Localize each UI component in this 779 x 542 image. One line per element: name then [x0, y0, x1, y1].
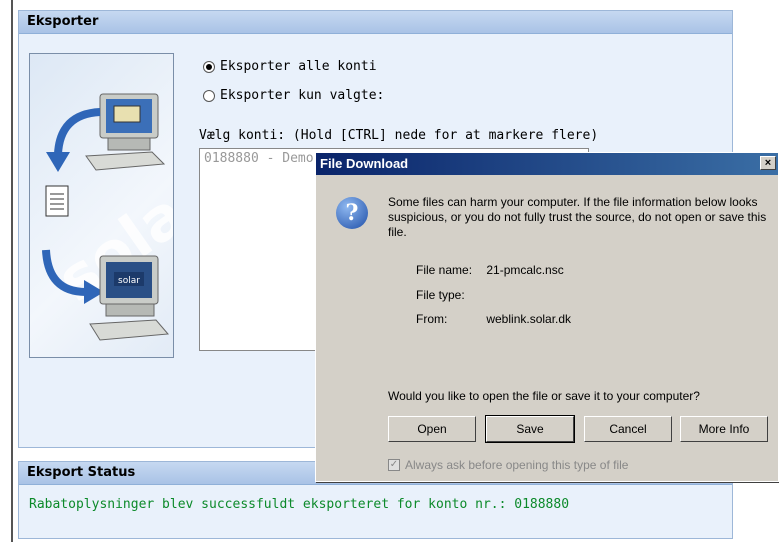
- file-name-value: 21-pmcalc.nsc: [486, 263, 564, 277]
- always-ask-label: Always ask before opening this type of f…: [405, 458, 629, 472]
- status-message: Rabatoplysninger blev successfuldt ekspo…: [29, 497, 570, 512]
- radio-export-all[interactable]: Eksporter alle konti: [203, 59, 377, 74]
- svg-text:solar: solar: [118, 276, 140, 286]
- save-button[interactable]: Save: [485, 415, 575, 443]
- open-button[interactable]: Open: [388, 416, 476, 442]
- left-border-line: [11, 0, 13, 542]
- warning-text: Some files can harm your computer. If th…: [388, 195, 767, 239]
- close-icon[interactable]: ×: [760, 156, 776, 170]
- always-ask-checkbox[interactable]: ✓: [388, 459, 400, 471]
- radio-export-all-label: Eksporter alle konti: [220, 59, 377, 74]
- from-row: From: weblink.solar.dk: [416, 312, 571, 326]
- from-label: From:: [416, 312, 448, 326]
- file-name-row: File name: 21-pmcalc.nsc: [416, 263, 564, 277]
- radio-export-selected-label: Eksporter kun valgte:: [220, 88, 385, 103]
- open-or-save-question: Would you like to open the file or save …: [388, 389, 700, 403]
- select-accounts-label: Vælg konti: (Hold [CTRL] nede for at mar…: [199, 128, 599, 143]
- file-type-label: File type:: [416, 288, 465, 302]
- file-type-row: File type:: [416, 288, 483, 302]
- radio-export-selected[interactable]: Eksporter kun valgte:: [203, 88, 384, 103]
- computer-icon: solar: [89, 255, 170, 341]
- radio-button-unchecked[interactable]: [203, 89, 215, 102]
- question-icon: ?: [336, 197, 368, 229]
- dialog-title: File Download: [320, 156, 409, 171]
- file-download-dialog: File Download × ? Some files can harm yo…: [315, 152, 779, 482]
- radio-button-checked[interactable]: [203, 60, 215, 73]
- dialog-titlebar[interactable]: File Download ×: [316, 153, 778, 175]
- file-name-label: File name:: [416, 263, 473, 277]
- from-value: weblink.solar.dk: [486, 312, 572, 326]
- more-info-button[interactable]: More Info: [680, 416, 768, 442]
- document-icon: [45, 185, 69, 217]
- cancel-button[interactable]: Cancel: [584, 416, 672, 442]
- always-ask-checkbox-row[interactable]: ✓ Always ask before opening this type of…: [388, 458, 628, 472]
- computer-icon: [85, 93, 166, 171]
- export-illustration: solar solar: [29, 53, 174, 358]
- export-panel-header: Eksporter: [19, 11, 732, 34]
- curved-arrow-icon: [54, 108, 101, 155]
